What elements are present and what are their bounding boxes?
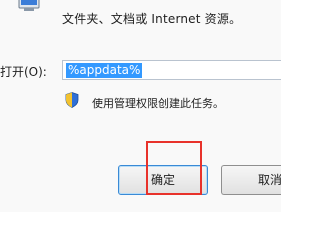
open-input[interactable]: %appdata% <box>62 60 281 80</box>
ok-button-highlight-box <box>146 141 202 195</box>
dialog-description: 文件夹、文档或 Internet 资源。 <box>62 12 242 26</box>
shield-icon <box>65 92 79 108</box>
bottom-edge-background <box>0 212 320 240</box>
open-input-value[interactable]: %appdata% <box>66 63 143 78</box>
open-field-label: 打开(O): <box>0 65 47 79</box>
run-dialog: 文件夹、文档或 Internet 资源。 打开(O): %appdata% 使用… <box>0 0 281 212</box>
run-dialog-icon <box>18 0 40 11</box>
cancel-button[interactable]: 取消 <box>221 165 281 195</box>
admin-privilege-note: 使用管理权限创建此任务。 <box>92 97 224 110</box>
window-edge-background <box>281 0 320 240</box>
